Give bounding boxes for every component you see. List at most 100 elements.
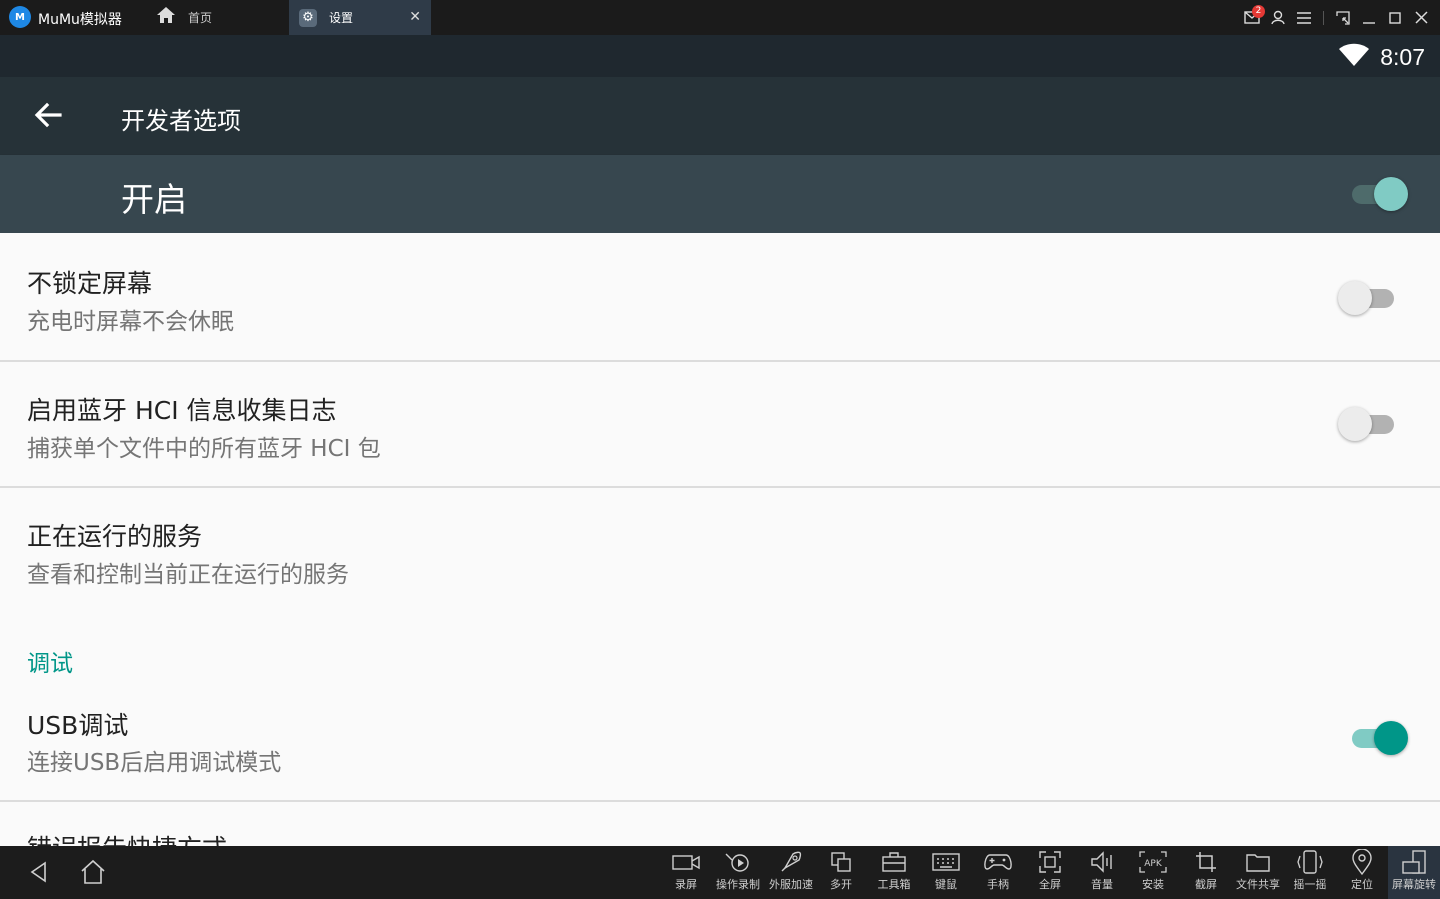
setting-subtitle: 充电时屏幕不会休眠 — [27, 309, 234, 335]
toolbar-label: 音量 — [1091, 878, 1113, 891]
video-camera-icon — [672, 855, 700, 870]
toolbar-label: 外服加速 — [769, 878, 813, 891]
gear-icon: ⚙ — [299, 8, 317, 27]
setting-subtitle: 连接USB后启用调试模式 — [27, 750, 282, 776]
settings-list: 不锁定屏幕 充电时屏幕不会休眠 启用蓝牙 HCI 信息收集日志 捕获单个文件中的… — [0, 233, 1440, 846]
close-tab-icon[interactable]: ✕ — [409, 9, 421, 25]
toolbox-icon — [882, 852, 906, 872]
tab-settings-label: 设置 — [329, 11, 354, 25]
toolbar-label: 操作录制 — [716, 878, 760, 891]
app-name: MuMu模拟器 — [38, 12, 122, 28]
bluetooth-hci-toggle[interactable] — [1338, 407, 1396, 441]
toolbar-label: 摇一摇 — [1293, 878, 1327, 891]
app-bar: 开发者选项 — [0, 77, 1440, 155]
usb-debugging-toggle[interactable] — [1350, 721, 1408, 755]
nav-home-icon[interactable] — [80, 859, 106, 885]
setting-bug-report-shortcut[interactable]: 错误报告快捷方式 — [0, 802, 1440, 846]
setting-running-services[interactable]: 正在运行的服务 查看和控制当前正在运行的服务 — [0, 488, 1440, 608]
toolbar-label: 多开 — [830, 878, 852, 891]
maximize-button[interactable] — [1382, 0, 1408, 35]
toggle-thumb — [1338, 407, 1372, 441]
home-icon — [156, 6, 176, 29]
toggle-thumb — [1374, 721, 1408, 755]
page-title: 开发者选项 — [121, 107, 241, 135]
nav-back-icon[interactable] — [28, 861, 50, 883]
toggle-thumb — [1338, 281, 1372, 315]
window-controls: 2 — [1239, 0, 1440, 35]
toolbar-label: 手柄 — [987, 878, 1009, 891]
back-arrow-icon[interactable] — [30, 97, 66, 133]
tab-home[interactable]: 首页 — [150, 0, 288, 35]
setting-usb-debugging[interactable]: USB调试 连接USB后启用调试模式 — [0, 689, 1440, 800]
setting-subtitle: 捕获单个文件中的所有蓝牙 HCI 包 — [27, 436, 381, 462]
mumu-logo-icon: M — [9, 6, 31, 28]
master-toggle[interactable] — [1350, 177, 1408, 211]
master-switch-label: 开启 — [121, 180, 187, 219]
keyboard-icon — [932, 853, 960, 871]
minimize-button[interactable] — [1356, 0, 1382, 35]
toolbar-toolbox[interactable]: 工具箱 — [872, 846, 916, 899]
fullscreen-icon — [1039, 851, 1061, 873]
rotate-icon — [1402, 850, 1426, 874]
tab-home-label: 首页 — [188, 11, 213, 25]
toolbar-keymapping[interactable]: 键鼠 — [928, 846, 964, 899]
toolbar-shake[interactable]: 摇一摇 — [1288, 846, 1332, 899]
setting-title: 启用蓝牙 HCI 信息收集日志 — [27, 396, 337, 425]
toolbar-label: 工具箱 — [877, 878, 911, 891]
folder-icon — [1246, 854, 1270, 872]
menu-button[interactable] — [1291, 0, 1317, 35]
close-icon — [1414, 11, 1428, 24]
setting-bluetooth-hci-log[interactable]: 启用蓝牙 HCI 信息收集日志 捕获单个文件中的所有蓝牙 HCI 包 — [0, 362, 1440, 486]
toolbar-volume[interactable]: 音量 — [1084, 846, 1120, 899]
toolbar-install-apk[interactable]: APK 安装 — [1135, 846, 1171, 899]
crop-icon — [1196, 852, 1216, 872]
message-badge: 2 — [1252, 5, 1265, 18]
toolbar-location[interactable]: 定位 — [1344, 846, 1380, 899]
toolbar-label: 截屏 — [1195, 878, 1217, 891]
maximize-icon — [1389, 11, 1401, 24]
toolbar-label: 键鼠 — [935, 878, 957, 891]
record-play-icon — [725, 853, 749, 872]
window-title-bar: M MuMu模拟器 首页 ⚙ 设置 ✕ 2 — [0, 0, 1440, 35]
account-button[interactable] — [1265, 0, 1291, 35]
gamepad-icon — [984, 854, 1012, 870]
section-header-debug: 调试 — [27, 651, 73, 677]
message-button[interactable]: 2 — [1239, 0, 1265, 35]
setting-stay-awake[interactable]: 不锁定屏幕 充电时屏幕不会休眠 — [0, 233, 1440, 360]
toolbar-label: 屏幕旋转 — [1392, 878, 1436, 891]
toolbar-file-share[interactable]: 文件共享 — [1232, 846, 1284, 899]
tab-settings[interactable]: ⚙ 设置 ✕ — [289, 0, 431, 35]
stay-awake-toggle[interactable] — [1338, 281, 1396, 315]
multi-window-icon — [831, 852, 851, 872]
toolbar-gamepad[interactable]: 手柄 — [980, 846, 1016, 899]
toolbar-multi-instance[interactable]: 多开 — [823, 846, 859, 899]
toolbar-fullscreen[interactable]: 全屏 — [1032, 846, 1068, 899]
toolbar-macro-record[interactable]: 操作录制 — [712, 846, 764, 899]
toolbar-rotate-screen[interactable]: 屏幕旋转 — [1388, 846, 1440, 899]
toolbar-label: 定位 — [1351, 878, 1373, 891]
setting-title: 正在运行的服务 — [27, 522, 203, 551]
toolbar-record-screen[interactable]: 录屏 — [664, 846, 708, 899]
divider — [1323, 10, 1324, 25]
setting-subtitle: 查看和控制当前正在运行的服务 — [27, 562, 349, 588]
shake-icon — [1297, 850, 1323, 874]
minimize-icon — [1363, 21, 1375, 24]
shrink-icon — [1336, 10, 1350, 25]
toolbar-label: 文件共享 — [1236, 878, 1280, 891]
wifi-icon — [1339, 43, 1369, 66]
master-switch-bar[interactable]: 开启 — [0, 155, 1440, 233]
status-clock: 8:07 — [1380, 44, 1425, 70]
shrink-button[interactable] — [1330, 0, 1356, 35]
toolbar-network-boost[interactable]: 外服加速 — [765, 846, 817, 899]
location-icon — [1352, 849, 1372, 875]
setting-title: 不锁定屏幕 — [27, 269, 153, 298]
toolbar-screenshot[interactable]: 截屏 — [1188, 846, 1224, 899]
toggle-thumb — [1374, 177, 1408, 211]
setting-title: USB调试 — [27, 711, 129, 740]
toolbar-label: 录屏 — [675, 878, 697, 891]
menu-icon — [1297, 11, 1311, 24]
android-status-bar: 8:07 — [0, 35, 1440, 77]
rocket-icon — [781, 851, 802, 872]
toolbar-label: 安装 — [1142, 878, 1164, 891]
close-window-button[interactable] — [1408, 0, 1434, 35]
